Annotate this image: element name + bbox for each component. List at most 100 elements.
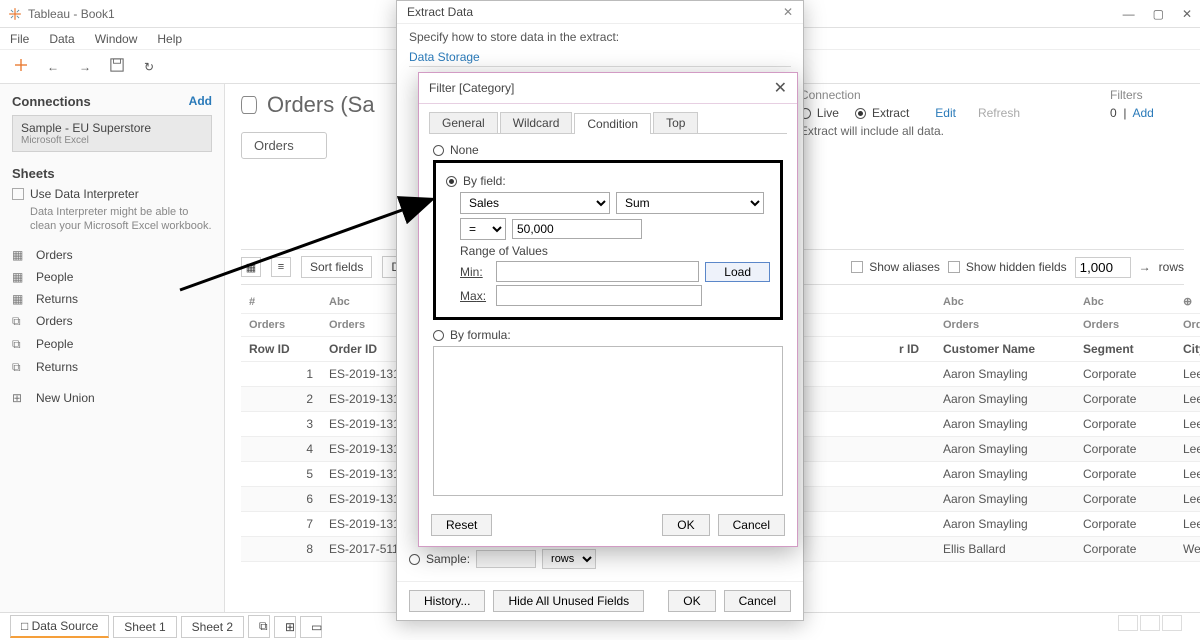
- menu-help[interactable]: Help: [157, 32, 182, 46]
- tab-general[interactable]: General: [429, 112, 498, 133]
- back-icon[interactable]: ←: [44, 60, 62, 74]
- new-dashboard-icon[interactable]: ⊞: [274, 616, 296, 638]
- filters-heading: Filters: [1110, 88, 1180, 102]
- connection-name: Sample - EU Superstore: [21, 121, 203, 135]
- show-sheets-icon[interactable]: [1140, 615, 1160, 631]
- max-input[interactable]: [496, 285, 702, 306]
- operator-select[interactable]: =: [460, 218, 506, 240]
- connection-extract-radio[interactable]: Extract: [855, 106, 909, 120]
- filmstrip-icon[interactable]: [1118, 615, 1138, 631]
- sort-fields-button[interactable]: Sort fields: [301, 256, 372, 278]
- tab-top[interactable]: Top: [653, 112, 698, 133]
- sample-radio[interactable]: [409, 554, 420, 565]
- refresh-icon[interactable]: ↻: [140, 60, 158, 74]
- left-sidebar: ConnectionsAdd Sample - EU Superstore Mi…: [0, 84, 225, 612]
- filter-dialog: Filter [Category] ✕ General Wildcard Cond…: [418, 72, 798, 547]
- link-icon: ⧉: [12, 314, 28, 329]
- filters-count: 0: [1110, 106, 1117, 120]
- close-icon[interactable]: ✕: [774, 78, 787, 98]
- menu-data[interactable]: Data: [49, 32, 74, 46]
- sidebar-sheet-people-2[interactable]: ⧉People: [12, 333, 212, 356]
- connection-item[interactable]: Sample - EU Superstore Microsoft Excel: [12, 115, 212, 152]
- grid-view-icon[interactable]: ▦: [241, 257, 261, 277]
- connection-label: Connection: [800, 88, 1020, 102]
- link-icon: ⧉: [12, 360, 28, 375]
- hide-unused-fields-button[interactable]: Hide All Unused Fields: [493, 590, 644, 612]
- load-button[interactable]: Load: [705, 262, 770, 282]
- none-radio[interactable]: [433, 145, 444, 156]
- list-view-icon[interactable]: ≡: [271, 257, 291, 277]
- connection-type: Microsoft Excel: [21, 135, 203, 146]
- sheets-heading: Sheets: [12, 166, 212, 181]
- tableau-icon[interactable]: [12, 57, 30, 76]
- sample-count-input[interactable]: [476, 550, 536, 568]
- by-formula-radio[interactable]: [433, 330, 444, 341]
- tab-sheet1[interactable]: Sheet 1: [113, 616, 176, 638]
- use-data-interpreter-checkbox[interactable]: Use Data Interpreter: [12, 187, 212, 201]
- tab-sheet2[interactable]: Sheet 2: [181, 616, 244, 638]
- filter-ok-button[interactable]: OK: [662, 514, 709, 536]
- window-maximize-icon[interactable]: ▢: [1153, 7, 1164, 21]
- new-worksheet-icon[interactable]: ⧉: [248, 615, 270, 638]
- reset-button[interactable]: Reset: [431, 514, 492, 536]
- extract-ok-button[interactable]: OK: [668, 590, 715, 612]
- by-field-radio[interactable]: [446, 176, 457, 187]
- show-hidden-fields-checkbox[interactable]: Show hidden fields: [948, 260, 1067, 274]
- value-input[interactable]: [512, 219, 642, 239]
- datasource-title[interactable]: Orders (Sa: [267, 92, 375, 118]
- table-pill-orders[interactable]: Orders: [241, 132, 327, 159]
- history-button[interactable]: History...: [409, 590, 485, 612]
- window-minimize-icon[interactable]: —: [1123, 7, 1135, 21]
- link-icon: ⧉: [12, 337, 28, 352]
- connection-edit-link[interactable]: Edit: [935, 106, 956, 120]
- type-geo-icon: ⊕: [1183, 296, 1192, 308]
- rows-label: rows: [1159, 260, 1184, 274]
- filters-add-link[interactable]: Add: [1132, 106, 1153, 120]
- tableau-logo-icon: [8, 7, 22, 21]
- sidebar-sheet-returns[interactable]: ▦Returns: [12, 288, 212, 310]
- tab-condition[interactable]: Condition: [574, 113, 651, 134]
- col-customer[interactable]: Customer Name: [935, 337, 1075, 362]
- rows-arrow-icon[interactable]: →: [1139, 260, 1151, 274]
- window-close-icon[interactable]: ✕: [1182, 7, 1192, 21]
- tab-data-source[interactable]: □ Data Source: [10, 615, 109, 638]
- min-input[interactable]: [496, 261, 699, 282]
- connection-refresh-link[interactable]: Refresh: [978, 106, 1020, 120]
- aggregation-select[interactable]: Sum: [616, 192, 764, 214]
- new-story-icon[interactable]: ▭: [300, 616, 322, 638]
- sort-sheets-icon[interactable]: [1162, 615, 1182, 631]
- data-interpreter-hint: Data Interpreter might be able to clean …: [30, 205, 212, 234]
- sample-label: Sample:: [426, 552, 470, 566]
- rows-input[interactable]: [1075, 257, 1131, 278]
- max-label: Max:: [460, 289, 490, 303]
- show-aliases-checkbox[interactable]: Show aliases: [851, 260, 940, 274]
- col-rowid[interactable]: Row ID: [241, 337, 321, 362]
- data-storage-section[interactable]: Data Storage: [409, 48, 791, 67]
- extract-cancel-button[interactable]: Cancel: [724, 590, 791, 612]
- col-city[interactable]: City: [1175, 337, 1200, 362]
- tab-wildcard[interactable]: Wildcard: [500, 112, 573, 133]
- menu-window[interactable]: Window: [95, 32, 138, 46]
- forward-icon[interactable]: →: [76, 60, 94, 74]
- save-icon[interactable]: [108, 58, 126, 75]
- type-number-icon: #: [249, 296, 255, 308]
- filter-cancel-button[interactable]: Cancel: [718, 514, 785, 536]
- sidebar-sheet-orders-2[interactable]: ⧉Orders: [12, 310, 212, 333]
- connection-live-radio[interactable]: Live: [800, 106, 839, 120]
- col-segment[interactable]: Segment: [1075, 337, 1175, 362]
- sidebar-sheet-returns-2[interactable]: ⧉Returns: [12, 356, 212, 379]
- close-icon[interactable]: ✕: [783, 5, 793, 19]
- sidebar-sheet-people[interactable]: ▦People: [12, 266, 212, 288]
- type-text-icon: Abc: [329, 296, 350, 308]
- extract-instruction: Specify how to store data in the extract…: [409, 30, 791, 44]
- formula-textarea[interactable]: [433, 346, 783, 496]
- sidebar-sheet-orders[interactable]: ▦Orders: [12, 244, 212, 266]
- field-select[interactable]: Sales: [460, 192, 610, 214]
- col-rid[interactable]: r ID: [891, 337, 935, 362]
- menu-file[interactable]: File: [10, 32, 29, 46]
- new-union-button[interactable]: ⊞New Union: [12, 387, 212, 409]
- filter-dialog-title: Filter [Category]: [429, 81, 514, 95]
- sample-unit-select[interactable]: rows: [542, 549, 596, 569]
- union-icon: ⊞: [12, 391, 28, 405]
- add-connection-link[interactable]: Add: [189, 94, 212, 108]
